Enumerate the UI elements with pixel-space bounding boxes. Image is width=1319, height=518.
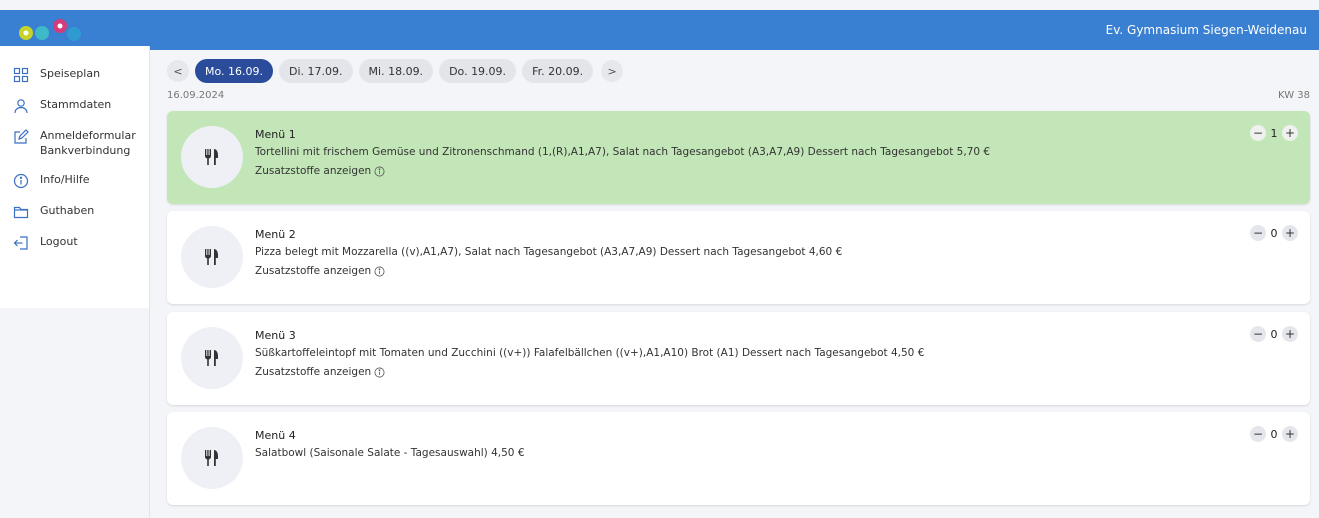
school-name: Ev. Gymnasium Siegen-Weidenau (1105, 23, 1307, 37)
grid-icon (13, 67, 29, 83)
additives-label: Zusatzstoffe anzeigen (255, 165, 372, 177)
sidebar-item-label: Info/Hilfe (40, 173, 90, 186)
edit-icon (14, 129, 29, 144)
increase-button[interactable]: + (1282, 125, 1298, 141)
info-icon (13, 173, 29, 189)
decrease-button[interactable]: − (1250, 326, 1266, 342)
additives-label: Zusatzstoffe anzeigen (255, 265, 372, 277)
sidebar-item-label: Logout (40, 235, 78, 248)
top-bar: Ev. Gymnasium Siegen-Weidenau (0, 10, 1319, 50)
sidebar-item-label: Guthaben (40, 204, 95, 217)
calendar-week: KW 38 (1278, 90, 1310, 101)
additives-link[interactable]: Zusatzstoffe anzeigen (255, 165, 385, 177)
menu-card-1: Menü 1 Tortellini mit frischem Gemüse un… (167, 111, 1310, 204)
sidebar-item-label: Speiseplan (40, 67, 101, 80)
decrease-button[interactable]: − (1250, 426, 1266, 442)
main-content: < Mo. 16.09. Di. 17.09. Mi. 18.09. Do. 1… (167, 58, 1310, 104)
menu-card-3: Menü 3 Süßkartoffeleintopf mit Tomaten u… (167, 312, 1310, 405)
day-selector: < Mo. 16.09. Di. 17.09. Mi. 18.09. Do. 1… (167, 58, 1310, 84)
plate (181, 126, 243, 188)
date-line: 16.09.2024 KW 38 (167, 90, 1310, 104)
cutlery-icon (205, 450, 218, 466)
tab-day-fr[interactable]: Fr. 20.09. (522, 59, 594, 83)
sidebar-item-label: Anmeldeformular Bankverbindung (40, 129, 136, 157)
menu-card-2: Menü 2 Pizza belegt mit Mozzarella ((v),… (167, 211, 1310, 304)
tab-day-mi[interactable]: Mi. 18.09. (358, 59, 434, 83)
selected-date: 16.09.2024 (167, 90, 225, 101)
decrease-button[interactable]: − (1250, 225, 1266, 241)
sidebar-item-logout[interactable]: Logout (0, 234, 150, 265)
sidebar-item-guthaben[interactable]: Guthaben (0, 203, 150, 234)
decrease-button[interactable]: − (1250, 125, 1266, 141)
sidebar-item-speiseplan[interactable]: Speiseplan (0, 66, 150, 97)
cutlery-icon (205, 149, 218, 165)
menu-description: Salatbowl (Saisonale Salate - Tagesauswa… (255, 447, 525, 459)
additives-link[interactable]: Zusatzstoffe anzeigen (255, 265, 385, 277)
prev-week-button[interactable]: < (167, 60, 189, 82)
quantity-value: 0 (1270, 226, 1278, 240)
quantity-stepper: − 0 + (1250, 426, 1298, 442)
quantity-stepper: − 1 + (1250, 125, 1298, 141)
plate (181, 226, 243, 288)
menu-description: Süßkartoffeleintopf mit Tomaten und Zucc… (255, 347, 925, 359)
user-icon (14, 99, 28, 114)
menu-description: Tortellini mit frischem Gemüse und Zitro… (255, 146, 991, 158)
additives-link[interactable]: Zusatzstoffe anzeigen (255, 366, 385, 378)
increase-button[interactable]: + (1282, 225, 1298, 241)
sidebar-nav: Speiseplan Stammdaten Anmeldeformular Ba… (0, 66, 150, 265)
cutlery-icon (205, 350, 218, 366)
menu-title: Menü 3 (255, 329, 296, 342)
menu-description: Pizza belegt mit Mozzarella ((v),A1,A7),… (255, 246, 843, 258)
quantity-value: 1 (1270, 126, 1278, 140)
plate (181, 327, 243, 389)
sidebar-item-stammdaten[interactable]: Stammdaten (0, 97, 150, 128)
additives-label: Zusatzstoffe anzeigen (255, 366, 372, 378)
quantity-value: 0 (1270, 427, 1278, 441)
info-icon (374, 266, 385, 276)
tab-day-mo[interactable]: Mo. 16.09. (195, 59, 274, 83)
increase-button[interactable]: + (1282, 326, 1298, 342)
cutlery-icon (205, 249, 218, 265)
menu-title: Menü 2 (255, 228, 296, 241)
info-icon (374, 367, 385, 377)
menu-card-4: Menü 4 Salatbowl (Saisonale Salate - Tag… (167, 412, 1310, 505)
menu-title: Menü 4 (255, 429, 296, 442)
sidebar-item-info[interactable]: Info/Hilfe (0, 172, 150, 203)
app-logo[interactable] (18, 16, 98, 44)
sidebar-item-label: Stammdaten (40, 98, 112, 111)
quantity-value: 0 (1270, 327, 1278, 341)
menu-title: Menü 1 (255, 128, 296, 141)
tab-day-di[interactable]: Di. 17.09. (279, 59, 353, 83)
quantity-stepper: − 0 + (1250, 326, 1298, 342)
increase-button[interactable]: + (1282, 426, 1298, 442)
logout-icon (13, 236, 28, 250)
folder-icon (13, 206, 29, 219)
quantity-stepper: − 0 + (1250, 225, 1298, 241)
info-icon (374, 166, 385, 176)
plate (181, 427, 243, 489)
sidebar-item-anmeldeformular[interactable]: Anmeldeformular Bankverbindung (0, 128, 150, 172)
next-week-button[interactable]: > (601, 60, 624, 82)
tab-day-do[interactable]: Do. 19.09. (439, 59, 517, 83)
